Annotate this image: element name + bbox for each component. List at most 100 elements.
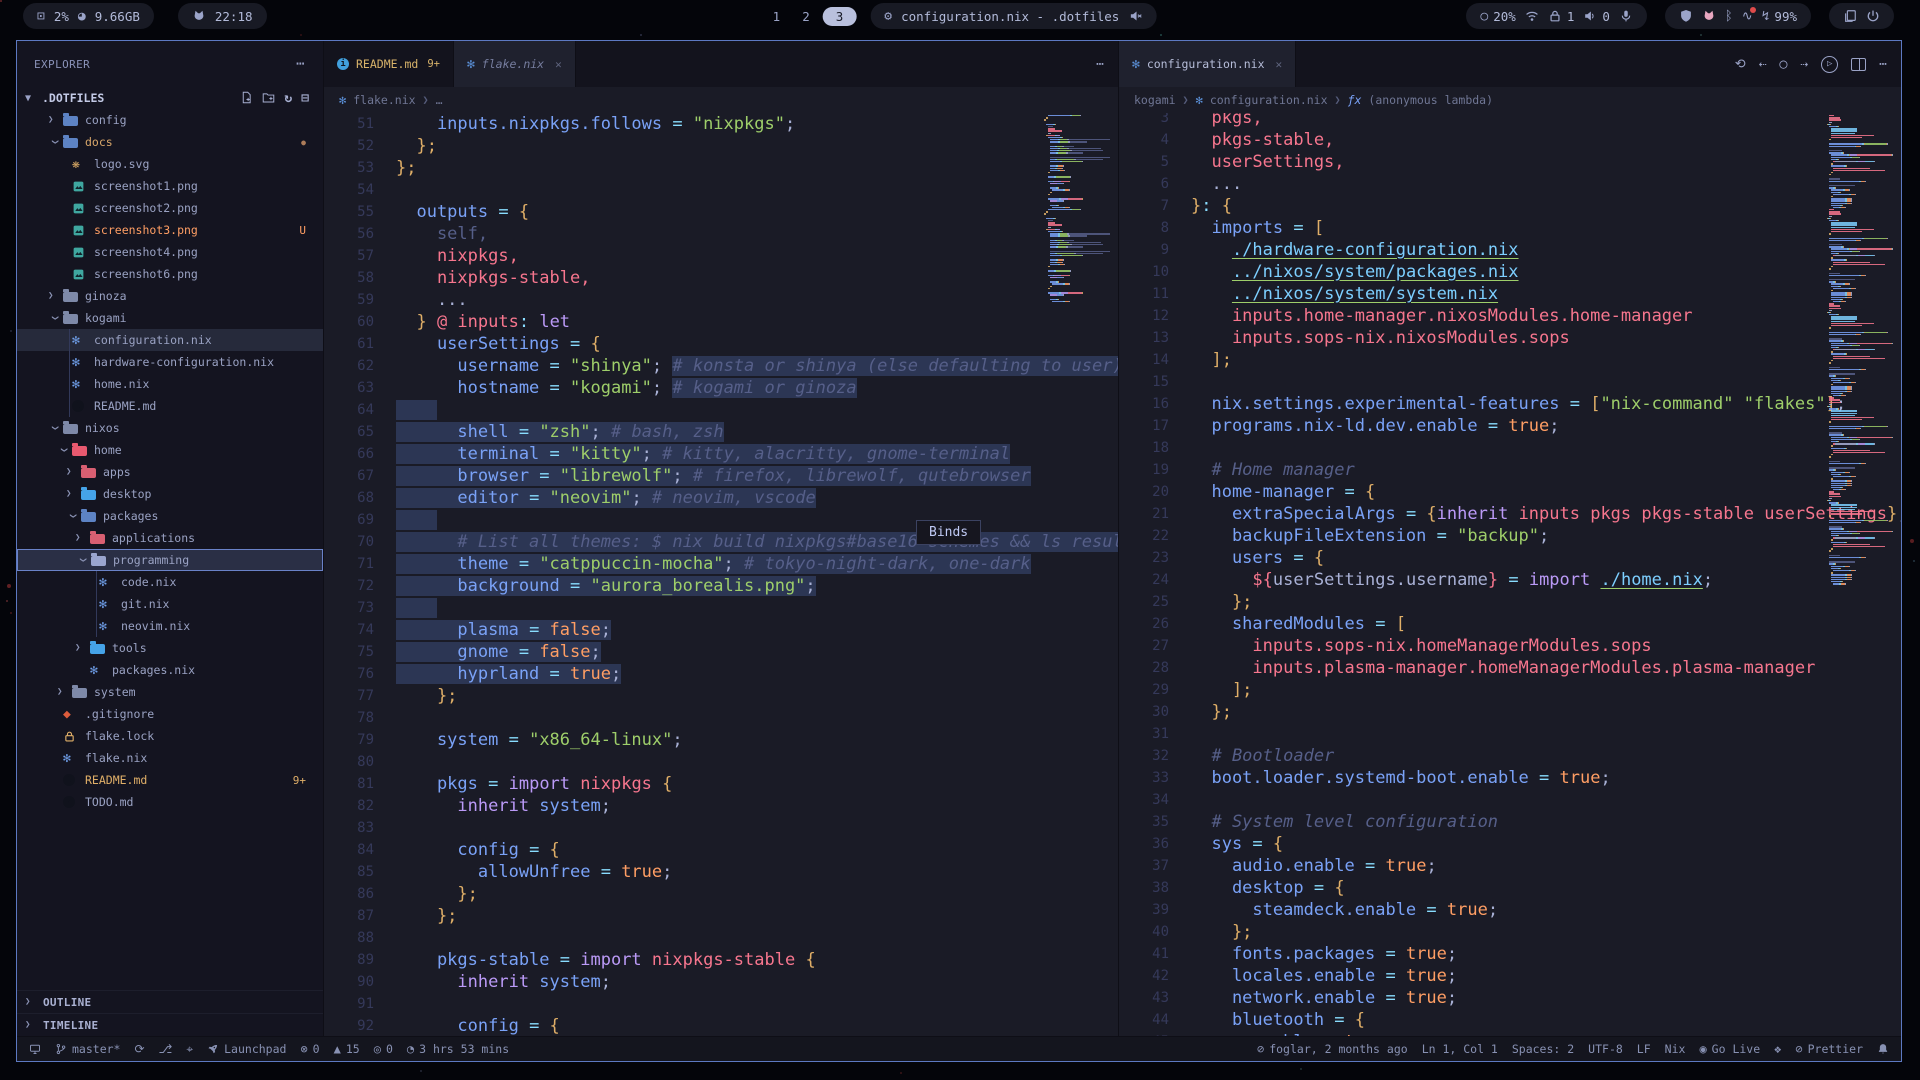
code-line-56[interactable]: 56 self, xyxy=(324,223,1118,245)
code-line-62[interactable]: 62 username = "shinya"; # konsta or shin… xyxy=(324,355,1118,377)
code-line-42[interactable]: 42 locales.enable = true; xyxy=(1119,965,1901,987)
tree-item-git.nix[interactable]: ✻git.nix xyxy=(17,593,323,615)
chevron-right-icon[interactable]: ❯ xyxy=(46,291,63,301)
code-line-13[interactable]: 13 inputs.sops-nix.nixosModules.sops xyxy=(1119,327,1901,349)
code-line-20[interactable]: 20 home-manager = { xyxy=(1119,481,1901,503)
chevron-down-icon[interactable]: ❯ xyxy=(50,134,60,151)
code-line-12[interactable]: 12 inputs.home-manager.nixosModules.home… xyxy=(1119,305,1901,327)
code-editor-configuration-nix[interactable]: 3 pkgs,4 pkgs-stable,5 userSettings,6 ..… xyxy=(1119,113,1901,1036)
code-line-31[interactable]: 31 xyxy=(1119,723,1901,745)
notifications-button[interactable] xyxy=(1877,1043,1889,1055)
tree-item-screenshot4.png[interactable]: screenshot4.png xyxy=(17,241,323,263)
git-branch-button[interactable]: master* xyxy=(55,1042,120,1056)
code-line-17[interactable]: 17 programs.nix-ld.dev.enable = true; xyxy=(1119,415,1901,437)
tree-item-home.nix[interactable]: ✻home.nix xyxy=(17,373,323,395)
tree-item-.gitignore[interactable]: ◆.gitignore xyxy=(17,703,323,725)
code-line-68[interactable]: 68 editor = "neovim"; # neovim, vscode xyxy=(324,487,1118,509)
code-line-26[interactable]: 26 sharedModules = [ xyxy=(1119,613,1901,635)
extension-button[interactable]: ❖ xyxy=(1774,1042,1781,1056)
code-line-43[interactable]: 43 network.enable = true; xyxy=(1119,987,1901,1009)
eol-button[interactable]: LF xyxy=(1637,1042,1651,1056)
code-line-53[interactable]: 53}; xyxy=(324,157,1118,179)
code-line-61[interactable]: 61 userSettings = { xyxy=(324,333,1118,355)
microphone[interactable] xyxy=(1619,9,1633,23)
chevron-right-icon[interactable]: ❯ xyxy=(73,533,90,543)
tree-item-tools[interactable]: ❯tools xyxy=(17,637,323,659)
go-live-button[interactable]: ◉Go Live xyxy=(1699,1042,1760,1056)
tree-item-todo.md[interactable]: ✓TODO.md xyxy=(17,791,323,813)
code-line-89[interactable]: 89 pkgs-stable = import nixpkgs-stable { xyxy=(324,949,1118,971)
code-line-5[interactable]: 5 userSettings, xyxy=(1119,151,1901,173)
language-mode-button[interactable]: Nix xyxy=(1665,1042,1686,1056)
code-line-81[interactable]: 81 pkgs = import nixpkgs { xyxy=(324,773,1118,795)
code-line-6[interactable]: 6 ... xyxy=(1119,173,1901,195)
code-line-64[interactable]: 64 xyxy=(324,399,1118,421)
indentation-button[interactable]: Spaces: 2 xyxy=(1512,1042,1574,1056)
window-title-pill[interactable]: ⚙ configuration.nix - .dotfiles xyxy=(870,3,1156,29)
chevron-down-icon[interactable]: ❯ xyxy=(50,310,60,327)
remote-window-button[interactable] xyxy=(29,1043,41,1055)
tree-item-readme.md[interactable]: iREADME.md9+ xyxy=(17,769,323,791)
code-line-33[interactable]: 33 boot.loader.systemd-boot.enable = tru… xyxy=(1119,767,1901,789)
clipboard[interactable] xyxy=(1843,9,1857,23)
minimap[interactable] xyxy=(1044,115,1110,303)
refresh-icon[interactable]: ↻ xyxy=(284,91,292,105)
tree-item-home[interactable]: ❯home xyxy=(17,439,323,461)
code-line-3[interactable]: 3 pkgs, xyxy=(1119,113,1901,129)
tree-item-config[interactable]: ❯config xyxy=(17,109,323,131)
code-line-28[interactable]: 28 inputs.plasma-manager.homeManagerModu… xyxy=(1119,657,1901,679)
more-actions-icon[interactable]: ⋯ xyxy=(1096,57,1104,72)
code-line-54[interactable]: 54 xyxy=(324,179,1118,201)
split-editor-icon[interactable] xyxy=(1851,58,1866,71)
launchpad-target-icon[interactable]: ⌖ xyxy=(186,1042,193,1056)
run-icon[interactable]: ▷ xyxy=(1821,56,1838,73)
code-line-32[interactable]: 32 # Bootloader xyxy=(1119,745,1901,767)
code-line-7[interactable]: 7}: { xyxy=(1119,195,1901,217)
code-line-8[interactable]: 8 imports = [ xyxy=(1119,217,1901,239)
workspace-1[interactable]: 1 xyxy=(764,7,790,26)
code-line-63[interactable]: 63 hostname = "kogami"; # kogami or gino… xyxy=(324,377,1118,399)
code-line-71[interactable]: 71 theme = "catppuccin-mocha"; # tokyo-n… xyxy=(324,553,1118,575)
outline-section[interactable]: ❯ OUTLINE xyxy=(17,990,323,1013)
code-line-59[interactable]: 59 ... xyxy=(324,289,1118,311)
code-line-11[interactable]: 11 ../nixos/system/system.nix xyxy=(1119,283,1901,305)
code-line-55[interactable]: 55 outputs = { xyxy=(324,201,1118,223)
launchpad-button[interactable]: Launchpad xyxy=(207,1042,286,1056)
close-icon[interactable]: ✕ xyxy=(1276,58,1283,71)
code-line-45[interactable]: 45 enable = true; xyxy=(1119,1031,1901,1036)
code-line-72[interactable]: 72 background = "aurora_borealis.png"; xyxy=(324,575,1118,597)
session-tray-pill[interactable] xyxy=(1829,3,1894,29)
breadcrumb-left[interactable]: ✻ flake.nix ❯ … xyxy=(324,87,1118,113)
code-line-41[interactable]: 41 fonts.packages = true; xyxy=(1119,943,1901,965)
keyboard-lock[interactable]: 1 xyxy=(1548,9,1575,24)
tree-item-screenshot2.png[interactable]: screenshot2.png xyxy=(17,197,323,219)
history-icon[interactable]: ⟲ xyxy=(1735,57,1746,72)
signal[interactable]: ∿ xyxy=(1742,10,1753,23)
workspace-3[interactable]: 3 xyxy=(823,7,857,26)
battery-charging[interactable]: ↯99% xyxy=(1762,9,1797,24)
tree-item-screenshot6.png[interactable]: screenshot6.png xyxy=(17,263,323,285)
code-line-69[interactable]: 69 xyxy=(324,509,1118,531)
code-editor-flake-nix[interactable]: 51 inputs.nixpkgs.follows = "nixpkgs";52… xyxy=(324,113,1118,1036)
nav-back-icon[interactable]: ⇠ xyxy=(1759,57,1767,72)
tree-item-readme.md[interactable]: iREADME.md xyxy=(17,395,323,417)
code-line-38[interactable]: 38 desktop = { xyxy=(1119,877,1901,899)
code-line-88[interactable]: 88 xyxy=(324,927,1118,949)
status-tray-pill[interactable]: ○20%10 xyxy=(1466,3,1646,29)
code-line-9[interactable]: 9 ./hardware-configuration.nix xyxy=(1119,239,1901,261)
cat[interactable] xyxy=(1702,9,1716,23)
workspace-root-row[interactable]: ▼ .DOTFILES ↻⊟ xyxy=(17,87,323,109)
code-line-76[interactable]: 76 hyprland = true; xyxy=(324,663,1118,685)
code-line-66[interactable]: 66 terminal = "kitty"; # kitty, alacritt… xyxy=(324,443,1118,465)
tree-item-neovim.nix[interactable]: ✻neovim.nix xyxy=(17,615,323,637)
chevron-right-icon[interactable]: ❯ xyxy=(55,687,72,697)
collapse-all-icon[interactable]: ⊟ xyxy=(301,91,309,105)
tree-item-programming[interactable]: ❯programming xyxy=(17,549,323,571)
code-line-44[interactable]: 44 bluetooth = { xyxy=(1119,1009,1901,1031)
git-graph-button[interactable]: ⎇ xyxy=(159,1042,173,1056)
code-line-75[interactable]: 75 gnome = false; xyxy=(324,641,1118,663)
encoding-button[interactable]: UTF-8 xyxy=(1588,1042,1623,1056)
ports-button[interactable]: ◎0 xyxy=(374,1042,393,1056)
clock-pill[interactable]: 22:18 xyxy=(178,3,267,29)
code-line-86[interactable]: 86 }; xyxy=(324,883,1118,905)
